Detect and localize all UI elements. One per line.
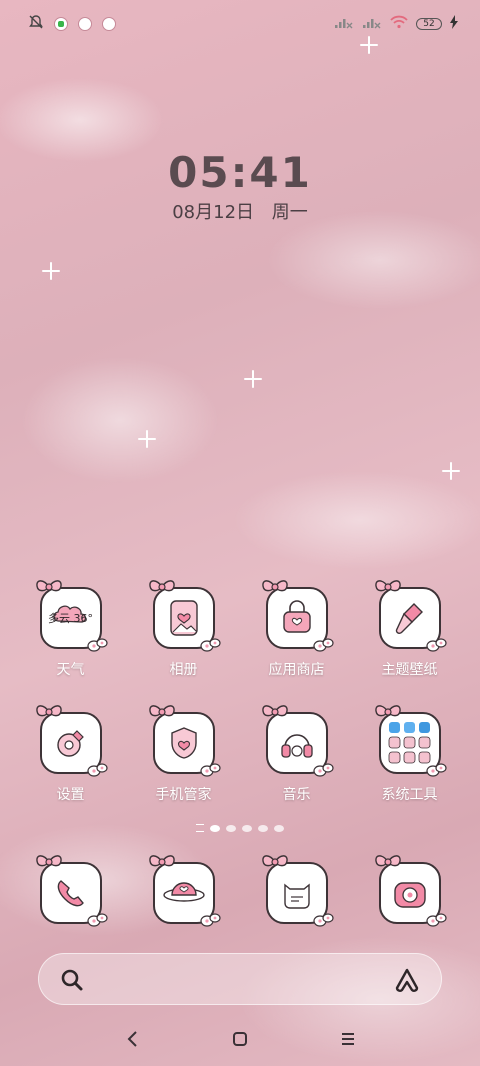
sparkle-decoration [442, 462, 460, 480]
wifi-icon [390, 14, 408, 33]
assistant-icon[interactable] [393, 966, 421, 998]
app-folder-system-tools[interactable]: 系统工具 [353, 705, 466, 804]
menu-icon [342, 1033, 354, 1045]
pink-app-icon-2 [102, 17, 116, 31]
settings-icon[interactable] [35, 705, 108, 777]
dock [0, 855, 480, 927]
pink-app-icon-1 [78, 17, 92, 31]
battery-icon: 52 [416, 17, 442, 30]
sparkle-decoration [360, 36, 378, 54]
green-app-icon [54, 17, 68, 31]
themes-icon[interactable] [374, 580, 447, 652]
app-weather[interactable]: 多云 36° 天气 [14, 580, 127, 679]
search-bar[interactable] [38, 953, 442, 1005]
app-label: 手机管家 [155, 787, 212, 803]
back-button[interactable] [118, 1024, 148, 1054]
sparkle-decoration [138, 430, 156, 448]
clock-date: 08月12日 周一 [0, 198, 480, 224]
page-dot [242, 824, 252, 832]
navigation-bar [0, 1024, 480, 1054]
weather-overlay: 多云 36° [48, 612, 93, 625]
status-bar: 52 [0, 12, 480, 38]
phone-icon[interactable] [35, 855, 108, 927]
dock-phone[interactable] [14, 855, 127, 927]
dock-contacts[interactable] [240, 855, 353, 927]
app-label: 天气 [56, 662, 85, 678]
app-row-2: 设置 手机管家 音乐 系统工具 [0, 705, 480, 804]
back-icon [127, 1031, 137, 1047]
battery-level: 52 [423, 18, 435, 29]
page-indicator[interactable] [0, 824, 480, 832]
app-label: 相册 [169, 662, 198, 678]
page-dot [210, 824, 220, 832]
sparkle-decoration [42, 262, 60, 280]
app-label: 主题壁纸 [381, 662, 438, 678]
music-icon[interactable] [261, 705, 334, 777]
bell-muted-icon [28, 14, 44, 34]
app-label: 系统工具 [381, 787, 438, 803]
page-dot [258, 824, 268, 832]
date-text: 08月12日 [172, 202, 255, 223]
app-store-icon[interactable] [261, 580, 334, 652]
system-tools-folder-icon[interactable] [374, 705, 447, 777]
signal-2-icon [362, 14, 382, 33]
recents-button[interactable] [333, 1024, 363, 1054]
security-icon[interactable] [148, 705, 221, 777]
app-settings[interactable]: 设置 [14, 705, 127, 804]
page-indicator-menu [196, 824, 204, 832]
contacts-icon[interactable] [261, 855, 334, 927]
messages-icon[interactable] [148, 855, 221, 927]
app-store[interactable]: 应用商店 [240, 580, 353, 679]
app-row-1: 多云 36° 天气 相册 应用商店 主题壁纸 [0, 580, 480, 679]
page-dot [226, 824, 236, 832]
page-dot [274, 824, 284, 832]
app-gallery[interactable]: 相册 [127, 580, 240, 679]
app-label: 应用商店 [268, 662, 325, 678]
home-button[interactable] [225, 1024, 255, 1054]
home-icon [233, 1032, 247, 1046]
app-themes[interactable]: 主题壁纸 [353, 580, 466, 679]
weekday-text: 周一 [271, 202, 308, 223]
signal-1-icon [334, 14, 354, 33]
app-label: 音乐 [282, 787, 311, 803]
dock-messages[interactable] [127, 855, 240, 927]
app-music[interactable]: 音乐 [240, 705, 353, 804]
charging-icon [450, 14, 458, 33]
camera-icon[interactable] [374, 855, 447, 927]
dock-camera[interactable] [353, 855, 466, 927]
sparkle-decoration [244, 370, 262, 388]
app-security[interactable]: 手机管家 [127, 705, 240, 804]
clock-time: 05:41 [168, 148, 312, 197]
weather-icon[interactable]: 多云 36° [35, 580, 108, 652]
app-label: 设置 [56, 787, 85, 803]
gallery-icon[interactable] [148, 580, 221, 652]
search-icon[interactable] [59, 967, 85, 997]
